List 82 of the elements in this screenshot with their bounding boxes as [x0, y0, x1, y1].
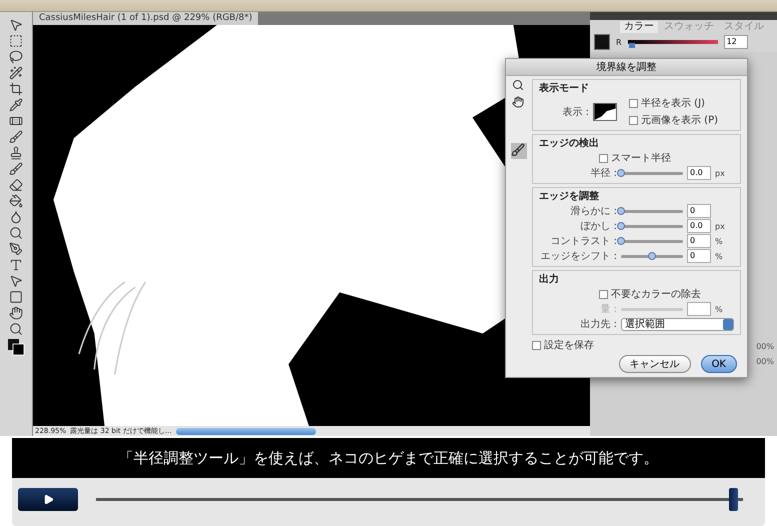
brush-icon[interactable]	[9, 162, 23, 176]
checkbox[interactable]	[599, 290, 608, 298]
group-heading: エッジを調整	[539, 189, 600, 203]
slider-track	[621, 308, 683, 310]
lasso-icon[interactable]	[9, 50, 23, 64]
field-label: 表示 :	[561, 106, 589, 118]
droplet-icon[interactable]	[9, 210, 23, 224]
opacity-value: 00%	[756, 342, 774, 351]
checkbox[interactable]	[629, 116, 638, 124]
checkbox-label: 不要なカラーの除去	[611, 288, 701, 301]
checkbox-label: スマート半径	[611, 152, 671, 165]
pointer-icon[interactable]	[9, 274, 23, 288]
group-heading: 出力	[539, 272, 560, 286]
unit-label: %	[715, 252, 724, 260]
slider-track[interactable]	[621, 254, 683, 258]
dialog-title: 境界線を調整	[506, 59, 747, 76]
slider-thumb[interactable]	[617, 206, 625, 214]
value-field[interactable]: 0	[687, 249, 711, 263]
value-field[interactable]: 0	[687, 204, 711, 218]
group-heading: 表示モード	[539, 82, 590, 95]
slider-thumb[interactable]	[617, 222, 625, 230]
value-field	[687, 302, 711, 316]
zoom-icon[interactable]	[9, 322, 23, 336]
progress-handle[interactable]	[729, 488, 738, 510]
play-button[interactable]	[18, 488, 78, 510]
output-select[interactable]: 選択範囲	[621, 318, 734, 330]
view-thumbnail[interactable]	[593, 102, 617, 120]
slider-thumb[interactable]	[617, 168, 625, 176]
slider-thumb[interactable]	[648, 252, 656, 260]
panel-tab[interactable]: カラー	[620, 21, 658, 33]
unit-label: %	[715, 236, 724, 246]
brush-icon[interactable]	[9, 130, 23, 144]
value-field[interactable]: 0.0	[687, 219, 711, 233]
eyedropper-icon[interactable]	[9, 98, 23, 112]
field-label: 出力先 :	[579, 318, 617, 331]
stamp-icon[interactable]	[9, 146, 23, 160]
scrollbar-thumb[interactable]	[176, 428, 316, 434]
slider-label: 滑らかに :	[569, 205, 617, 218]
checkbox[interactable]	[599, 154, 608, 162]
slider-thumb[interactable]	[629, 43, 636, 48]
pen-icon[interactable]	[9, 242, 23, 256]
crop-icon[interactable]	[9, 82, 23, 96]
channel-label: R	[616, 38, 622, 46]
eraser-icon[interactable]	[9, 178, 23, 192]
zoom-icon[interactable]	[512, 79, 526, 93]
checkbox-label: 半径を表示 (J)	[641, 96, 705, 110]
slider-label: ぼかし :	[579, 220, 617, 233]
checkbox[interactable]	[532, 340, 541, 350]
checkbox-label: 設定を保存	[544, 338, 594, 352]
slider-label: 半径 :	[589, 166, 617, 180]
opacity-value: 00%	[756, 357, 774, 366]
move-icon[interactable]	[9, 18, 23, 32]
type-icon[interactable]	[9, 258, 23, 272]
value-field[interactable]: 12	[724, 35, 748, 49]
cancel-button[interactable]: キャンセル	[618, 355, 691, 373]
ok-button[interactable]: OK	[700, 355, 737, 373]
search-icon[interactable]	[9, 226, 23, 240]
subtitle-caption: 「半径調整ツール」を使えば、ネコのヒゲまで正確に選択することが可能です。	[12, 438, 765, 478]
document-tab[interactable]: CassiusMilesHair (1 of 1).psd @ 229% (RGB/8*)	[33, 12, 258, 25]
slider-label: 量 :	[599, 303, 617, 316]
paint-bucket-icon[interactable]	[9, 194, 23, 208]
unit-label: px	[715, 222, 726, 230]
rectangle-icon[interactable]	[9, 290, 23, 304]
foreground-swatch[interactable]	[594, 34, 610, 50]
play-icon	[42, 494, 54, 504]
hand-icon[interactable]	[9, 306, 23, 320]
checkbox[interactable]	[629, 98, 638, 108]
value-field[interactable]: 0	[687, 234, 711, 248]
hand-icon[interactable]	[512, 96, 526, 110]
unit-label: %	[715, 304, 724, 314]
wand-icon[interactable]	[9, 66, 23, 80]
checkbox-label: 元画像を表示 (P)	[641, 114, 718, 127]
slider-label: エッジをシフト :	[539, 250, 617, 263]
unit-label: px	[715, 168, 726, 178]
slider-label: コントラスト :	[549, 235, 617, 248]
value-field[interactable]: 0.0	[687, 166, 711, 180]
marquee-icon[interactable]	[9, 34, 23, 48]
group-heading: エッジの検出	[539, 136, 600, 150]
color-swatches-icon[interactable]	[7, 338, 25, 356]
slider-thumb[interactable]	[617, 236, 625, 244]
brush-tool-icon[interactable]	[511, 143, 527, 159]
bandage-icon[interactable]	[9, 114, 23, 128]
